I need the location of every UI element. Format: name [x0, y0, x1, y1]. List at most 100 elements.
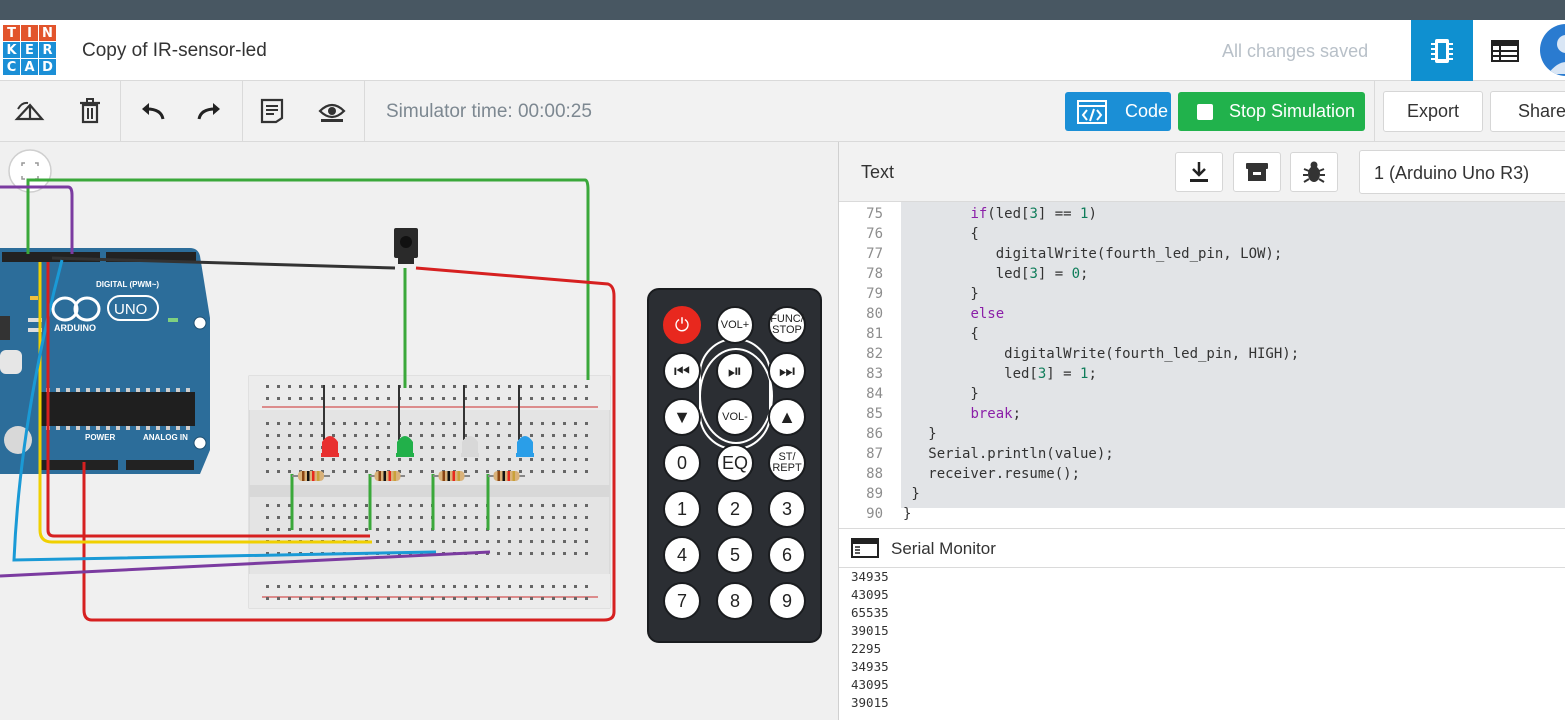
remote-key-button[interactable]: ST/ REPT — [768, 444, 806, 482]
line-number: 81 — [866, 326, 883, 342]
project-title[interactable]: Copy of IR-sensor-led — [82, 40, 267, 62]
remote-play-pause-button[interactable]: ⏯ — [716, 352, 754, 390]
download-code-button[interactable] — [1175, 152, 1223, 192]
remote-key-button[interactable]: 5 — [716, 536, 754, 574]
redo-button[interactable] — [194, 95, 226, 127]
remote-key-button[interactable]: 1 — [663, 490, 701, 528]
undo-button[interactable] — [136, 95, 168, 127]
delete-button[interactable] — [74, 95, 106, 127]
notes-button[interactable] — [256, 95, 288, 127]
arduino-uno-board[interactable]: ARDUINO UNO DIGITAL (PWM~) POWER ANALOG … — [0, 248, 210, 474]
remote-key-button[interactable]: 9 — [768, 582, 806, 620]
line-number: 86 — [866, 426, 883, 442]
code-line: 81 { — [839, 324, 1565, 344]
remote-key-button[interactable]: VOL+ — [716, 306, 754, 344]
stop-icon — [1197, 104, 1213, 120]
power-pins-label: POWER — [85, 433, 115, 442]
serial-output-line: 34935 — [851, 659, 889, 674]
remote-power-button[interactable]: ⏻ — [663, 306, 701, 344]
rotate-icon — [14, 101, 45, 121]
remote-key-button[interactable]: 2 — [716, 490, 754, 528]
code-line: 75 if(led[3] == 1) — [839, 204, 1565, 224]
notes-icon — [260, 98, 284, 124]
code-text: } — [903, 506, 912, 522]
remote-key-button[interactable]: 0 — [663, 444, 701, 482]
code-text: } — [903, 286, 979, 302]
remote-key-button[interactable]: FUNC/ STOP — [768, 306, 806, 344]
download-icon — [1190, 162, 1208, 182]
circuit-view-button[interactable] — [1411, 20, 1473, 81]
save-status: All changes saved — [1222, 41, 1369, 61]
remote-up-button[interactable]: ▲ — [768, 398, 806, 436]
remote-key-button[interactable]: 4 — [663, 536, 701, 574]
device-select[interactable]: 1 (Arduino Uno R3) — [1359, 150, 1565, 194]
code-panel: Text 1 (Arduino Uno R3) 75 if(led[3] == … — [838, 142, 1565, 720]
logo-letter: D — [39, 59, 56, 75]
remote-key-button[interactable]: 8 — [716, 582, 754, 620]
code-text: { — [903, 226, 979, 242]
remote-prev-button[interactable]: ⏮ — [663, 352, 701, 390]
code-line: 82 digitalWrite(fourth_led_pin, HIGH); — [839, 344, 1565, 364]
code-button-label: Code — [1125, 101, 1169, 121]
tinkercad-logo[interactable]: TIN KER CAD — [3, 25, 57, 77]
remote-key-button[interactable]: 6 — [768, 536, 806, 574]
code-line: 79 } — [839, 284, 1565, 304]
ir-receiver-sensor[interactable] — [394, 228, 418, 264]
serial-output-line: 39015 — [851, 623, 889, 638]
user-avatar[interactable] — [1540, 24, 1565, 76]
export-button[interactable]: Export — [1383, 91, 1483, 132]
serial-monitor-header[interactable]: Serial Monitor — [839, 528, 1565, 568]
remote-key-button[interactable]: 3 — [768, 490, 806, 528]
code-line: 84 } — [839, 384, 1565, 404]
table-view-button[interactable] — [1474, 20, 1536, 81]
remote-key-button[interactable]: EQ — [716, 444, 754, 482]
code-editor[interactable]: 75 if(led[3] == 1) 76 {77 digitalWrite(fo… — [839, 202, 1565, 528]
code-button[interactable]: Code — [1065, 92, 1171, 131]
remote-key-button[interactable]: 7 — [663, 582, 701, 620]
logo-letter: T — [3, 25, 20, 41]
remote-next-button[interactable]: ⏭ — [768, 352, 806, 390]
serial-output-line: 2295 — [851, 641, 882, 656]
arduino-model-text: UNO — [114, 301, 147, 318]
serial-monitor-icon — [851, 538, 879, 558]
code-text: } — [903, 486, 920, 502]
code-text: receiver.resume(); — [903, 466, 1081, 482]
share-button[interactable]: Share — [1490, 91, 1565, 132]
chip-icon — [1431, 38, 1453, 63]
window-top-strip — [0, 0, 1565, 20]
debugger-button[interactable] — [1290, 152, 1338, 192]
visibility-button[interactable] — [316, 95, 348, 127]
line-number: 83 — [866, 366, 883, 382]
logo-letter: A — [21, 59, 38, 75]
toolbar-divider — [364, 81, 365, 142]
code-text: } — [903, 386, 979, 402]
wire-purple-top — [0, 185, 74, 254]
simulator-time: Simulator time: 00:00:25 — [386, 101, 592, 122]
serial-monitor-output: 34935 43095 65535 39015 2295 34935 43095 39015 — [851, 568, 1551, 720]
logo-letter: R — [39, 42, 56, 58]
code-mode-label[interactable]: Text — [861, 162, 894, 183]
serial-output-line: 43095 — [851, 677, 889, 692]
rotate-button[interactable] — [14, 95, 46, 127]
code-text: break; — [970, 406, 1022, 422]
line-number: 87 — [866, 446, 883, 462]
circuit-canvas[interactable]: ARDUINO UNO DIGITAL (PWM~) POWER ANALOG … — [0, 142, 838, 720]
line-number: 82 — [866, 346, 883, 362]
code-line: 83 led[3] = 1; — [839, 364, 1565, 384]
stop-button-label: Stop Simulation — [1229, 101, 1356, 121]
code-line: 90} — [839, 504, 1565, 524]
archive-box-icon — [1246, 163, 1268, 181]
ir-remote[interactable]: ⏻ VOL+ FUNC/ STOP ⏮ ⏯ ⏭ ▼ VOL- ▲ 0 EQ ST/ REPT 1 2 3 4 5… — [647, 288, 822, 643]
line-number: 79 — [866, 286, 883, 302]
remote-down-button[interactable]: ▼ — [663, 398, 701, 436]
line-number: 77 — [866, 246, 883, 262]
arduino-brand-text: ARDUINO — [54, 323, 96, 333]
toolbar-divider — [1374, 81, 1375, 142]
serial-output-line: 65535 — [851, 605, 889, 620]
remote-key-button[interactable]: VOL- — [716, 398, 754, 436]
analog-pins-label: ANALOG IN — [143, 433, 188, 442]
libraries-button[interactable] — [1233, 152, 1281, 192]
breadboard[interactable] — [248, 375, 611, 609]
digital-pins-label: DIGITAL (PWM~) — [96, 280, 159, 289]
stop-simulation-button[interactable]: Stop Simulation — [1178, 92, 1365, 131]
